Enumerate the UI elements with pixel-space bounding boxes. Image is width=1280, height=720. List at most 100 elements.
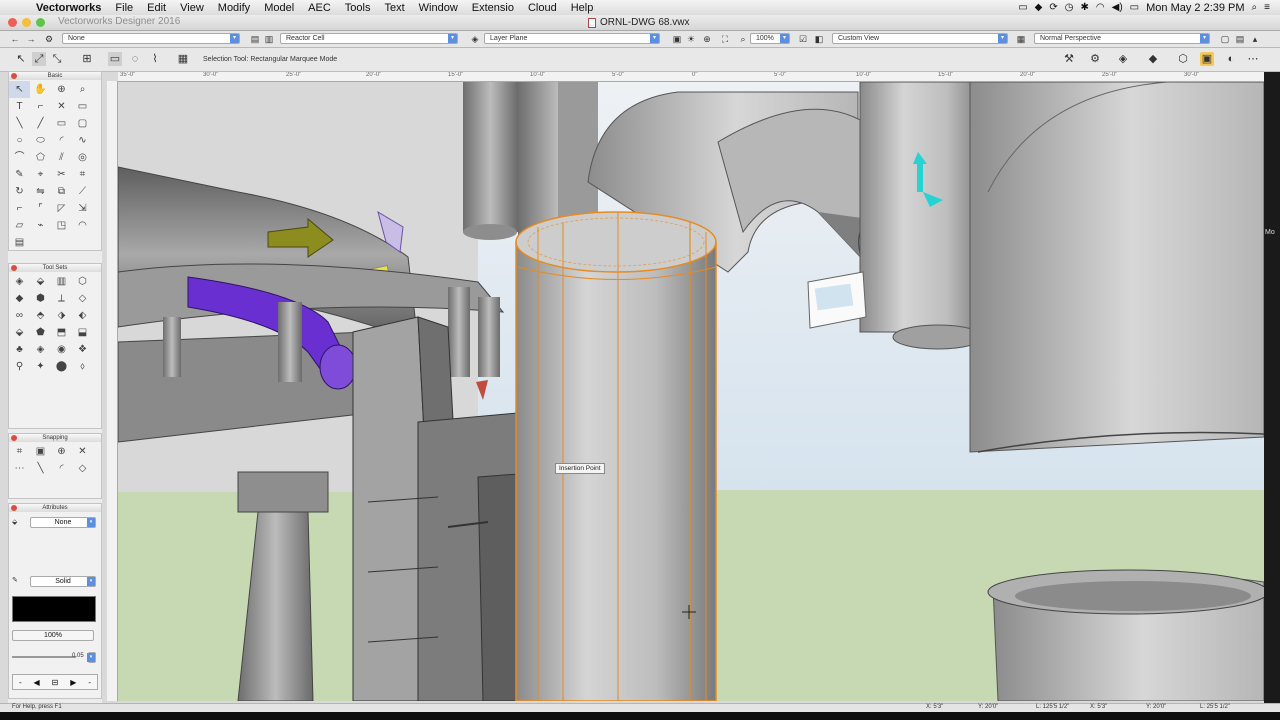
close-icon[interactable] (11, 73, 17, 79)
minus-icon[interactable]: - (19, 678, 22, 687)
dropbox-icon[interactable]: ◆ (1035, 2, 1043, 13)
menu-extensio[interactable]: Extensio (465, 2, 521, 14)
split-tool-icon[interactable]: ⟋ (72, 183, 93, 200)
eyedropper-tool-icon[interactable]: ✎ (9, 166, 30, 183)
working-plane-icon[interactable]: ◈ (470, 34, 480, 44)
shape-tool-icon[interactable]: ▱ (9, 217, 30, 234)
preferences-icon[interactable]: ▦ (176, 52, 190, 66)
close-icon[interactable] (11, 435, 17, 441)
tape-tool-icon[interactable]: ⌁ (30, 217, 51, 234)
line-weight-stepper[interactable]: ▾ (87, 652, 96, 663)
polygon-tool-icon[interactable]: ⬠ (30, 149, 51, 166)
collapse-icon[interactable]: ▴ (1250, 34, 1260, 44)
rectangular-marquee-mode-icon[interactable]: ⤢ (32, 52, 46, 66)
callout-tool-icon[interactable]: ⌐ (30, 98, 51, 115)
view-dropdown[interactable]: Custom View ▾ (832, 33, 1008, 44)
time-machine-icon[interactable]: ◷ (1065, 2, 1074, 13)
flyover-icon[interactable]: ⊕ (702, 34, 712, 44)
oval-tool-icon[interactable]: ⬭ (30, 132, 51, 149)
class-dropdown[interactable]: None ▾ (62, 33, 240, 44)
building-shell-toolset-icon[interactable]: ⬙ (30, 273, 51, 290)
pen-color-swatch[interactable] (12, 596, 96, 622)
minus-icon[interactable]: - (88, 678, 91, 687)
move-tool-icon[interactable]: ⇲ (72, 200, 93, 217)
pan-tool-icon[interactable]: ✋ (30, 81, 51, 98)
stack-icon[interactable]: ⬡ (1176, 52, 1190, 66)
rectangle-tool-icon[interactable]: ▭ (51, 115, 72, 132)
menu-window[interactable]: Window (412, 2, 465, 14)
lights-toolset-icon[interactable]: ⬖ (72, 307, 93, 324)
snap-angle-icon[interactable]: ⊕ (51, 443, 72, 460)
double-line-tool-icon[interactable]: ⫽ (51, 149, 72, 166)
snap-edge-icon[interactable]: ╲ (30, 460, 51, 477)
zoom-window-button[interactable] (36, 18, 45, 27)
find-toolset-icon[interactable]: ⚲ (9, 358, 30, 375)
site-toolset-icon[interactable]: ◆ (9, 290, 30, 307)
plane-dropdown[interactable]: Layer Plane ▾ (484, 33, 660, 44)
marker-toolset-icon[interactable]: ⬨ (72, 358, 93, 375)
stair-toolset-icon[interactable]: ⬓ (72, 324, 93, 341)
fit-to-window-icon[interactable]: ⛶ (720, 34, 730, 44)
furniture-toolset-icon[interactable]: ▥ (51, 273, 72, 290)
snap-tangent-icon[interactable]: ◜ (51, 460, 72, 477)
fill-style-dropdown[interactable]: None ▾ (30, 517, 96, 528)
standard-view-icon[interactable]: ◧ (814, 34, 824, 44)
close-icon[interactable] (11, 505, 17, 511)
projection-icon[interactable]: ▦ (1016, 34, 1026, 44)
render-mode-icon[interactable]: ▣ (672, 34, 682, 44)
more-icon[interactable]: ⋯ (1246, 52, 1260, 66)
menu-aec[interactable]: AEC (301, 2, 338, 14)
transform-mode-icon[interactable]: ⊞ (80, 52, 94, 66)
light-icon[interactable]: ☀ (686, 34, 696, 44)
pipe-toolset-icon[interactable]: ⬤ (51, 358, 72, 375)
screen-icon[interactable]: ▭ (1018, 2, 1027, 13)
menu-tools[interactable]: Tools (338, 2, 378, 14)
layer-options-icon[interactable]: ▥ (264, 34, 274, 44)
flyover-tool-icon[interactable]: ⊕ (51, 81, 72, 98)
dimension-tool-icon[interactable]: ╱ (30, 115, 51, 132)
fillet-tool-icon[interactable]: ⌜ (30, 200, 51, 217)
polygon-marquee-mode-icon[interactable]: ⤡ (50, 52, 64, 66)
line-end-icon[interactable]: ⊟ (52, 678, 59, 687)
snap-surface-icon[interactable]: ◇ (72, 460, 93, 477)
spotlight-icon[interactable]: ⌕ (1252, 2, 1258, 13)
clock[interactable]: Mon May 2 2:39 PM (1146, 2, 1244, 14)
wifi-icon[interactable]: ◠ (1096, 2, 1105, 13)
sync-icon[interactable]: ⟳ (1049, 2, 1057, 13)
pen-style-dropdown[interactable]: Solid ▾ (30, 576, 96, 587)
notification-center-icon[interactable]: ≡ (1264, 2, 1270, 13)
lasso-icon[interactable]: ◌ (128, 52, 142, 66)
zoom-icon[interactable]: ⌕ (738, 34, 748, 44)
volume-icon[interactable]: ◀) (1112, 2, 1123, 13)
sheet-icon[interactable]: ▤ (1235, 34, 1245, 44)
close-icon[interactable] (11, 265, 17, 271)
polygon-select-icon[interactable]: ⌇ (148, 52, 162, 66)
menu-text[interactable]: Text (377, 2, 411, 14)
drawing-canvas[interactable] (118, 82, 1264, 701)
clip-tool-icon[interactable]: ✂ (51, 166, 72, 183)
projection-dropdown[interactable]: Normal Perspective ▾ (1034, 33, 1210, 44)
menu-help[interactable]: Help (564, 2, 601, 14)
line-weight-slider[interactable] (12, 656, 76, 658)
rounded-rect-tool-icon[interactable]: ▢ (72, 115, 93, 132)
active-class-icon[interactable]: ⚙ (44, 34, 54, 44)
selection-tool-icon[interactable]: ↖ (14, 52, 28, 66)
layer-dropdown[interactable]: Reactor Cell ▾ (280, 33, 458, 44)
wall-toolset-icon[interactable]: ⬒ (51, 324, 72, 341)
symbol-tool-icon[interactable]: ▤ (9, 234, 30, 251)
arrow-left-icon[interactable]: ◀ (34, 678, 40, 687)
rectangle-marquee-icon[interactable]: ▭ (108, 52, 122, 66)
attribute-tool-icon[interactable]: ⌖ (30, 166, 51, 183)
minimize-window-button[interactable] (22, 18, 31, 27)
sweep-toolset-icon[interactable]: ⬟ (30, 324, 51, 341)
plant-toolset-icon[interactable]: ♣ (9, 341, 30, 358)
layer-icon[interactable]: ◈ (1116, 52, 1130, 66)
spiral-tool-icon[interactable]: ◎ (72, 149, 93, 166)
opacity-field[interactable]: 100% (12, 630, 94, 641)
menu-cloud[interactable]: Cloud (521, 2, 564, 14)
bundle-toolset-icon[interactable]: ❖ (72, 341, 93, 358)
offset-tool-icon[interactable]: ⧉ (51, 183, 72, 200)
circle-tool-icon[interactable]: ○ (9, 132, 30, 149)
structure-toolset-icon[interactable]: ⬗ (51, 307, 72, 324)
loci-tool-icon[interactable]: ✕ (51, 98, 72, 115)
